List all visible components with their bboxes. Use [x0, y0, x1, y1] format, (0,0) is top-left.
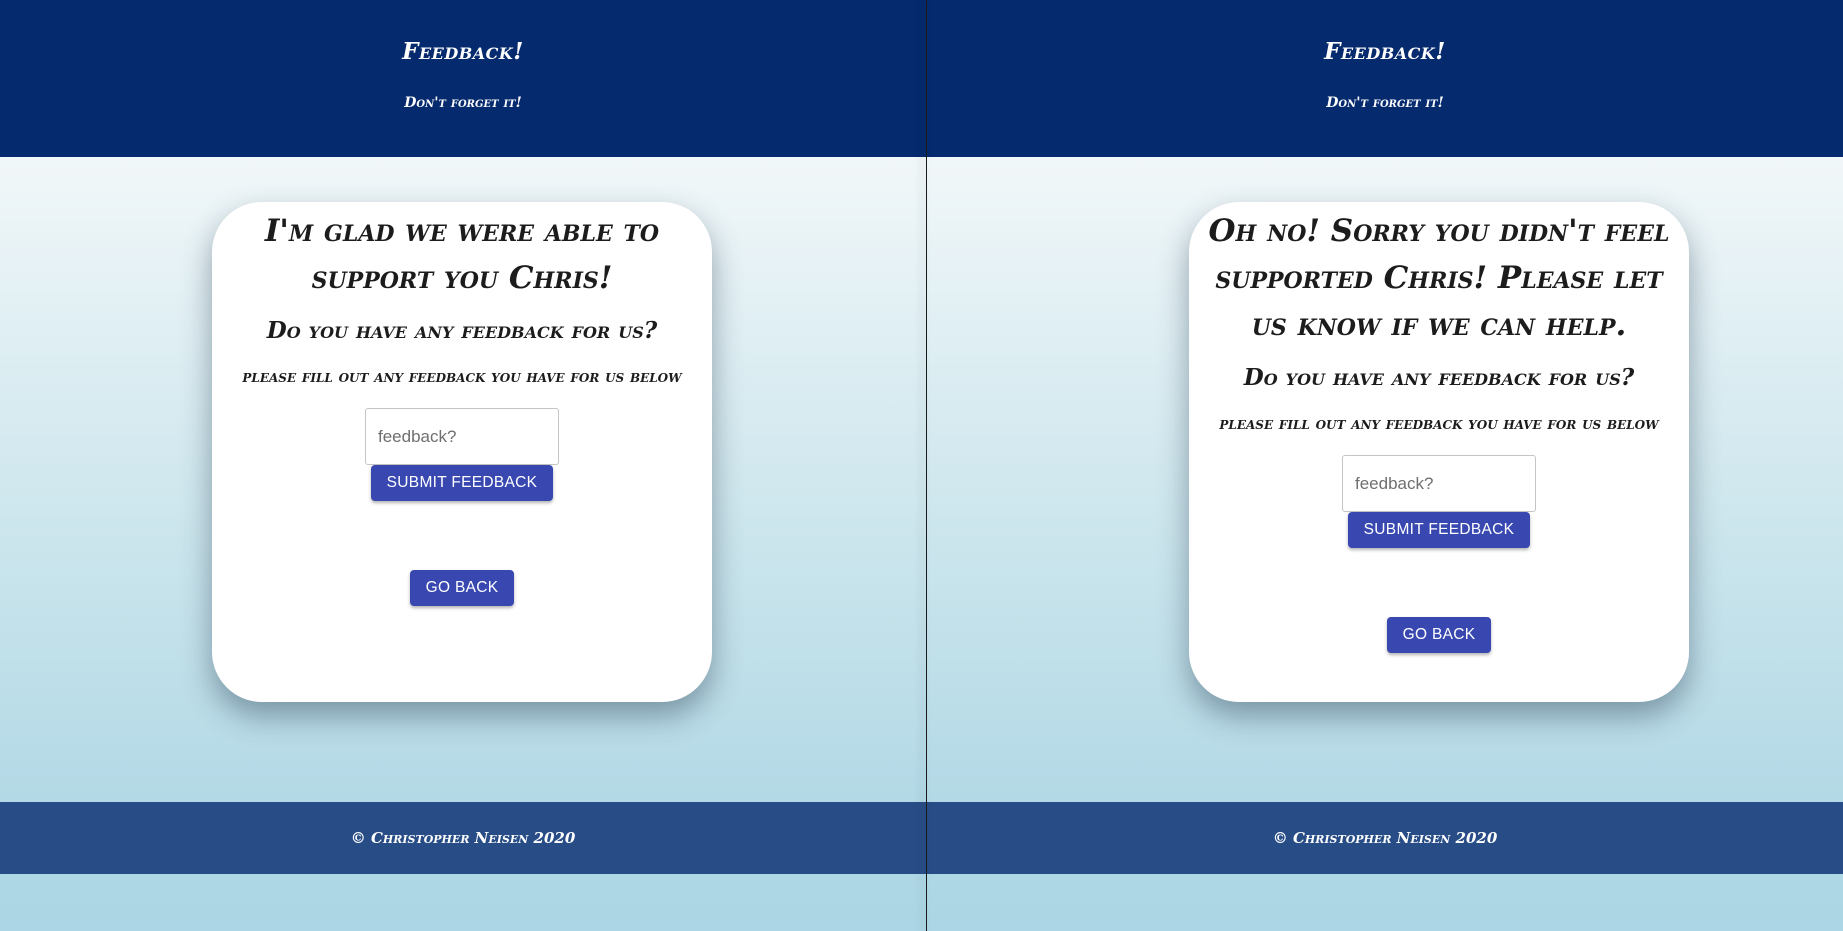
feedback-instructions: please fill out any feedback you have fo… — [242, 367, 682, 386]
feedback-question: Do you have any feedback for us? — [266, 317, 658, 344]
card-heading: Oh no! Sorry you didn't feel supported C… — [1208, 213, 1670, 343]
feedback-card: I'm glad we were able to support you Chr… — [212, 202, 712, 702]
feedback-instructions: please fill out any feedback you have fo… — [1219, 414, 1659, 433]
card-heading: I'm glad we were able to support you Chr… — [264, 213, 660, 296]
site-title: Feedback! — [1324, 38, 1446, 65]
submit-feedback-button[interactable]: Submit Feedback — [1347, 512, 1531, 548]
site-title: Feedback! — [402, 38, 524, 65]
site-subtitle: Don't forget it! — [1326, 95, 1444, 111]
right-screen: Feedback! Don't forget it! Oh no! Sorry … — [927, 0, 1843, 931]
feedback-input[interactable] — [365, 408, 559, 465]
go-back-button[interactable]: Go Back — [409, 570, 515, 606]
go-back-button[interactable]: Go Back — [1386, 617, 1492, 653]
submit-feedback-button[interactable]: Submit Feedback — [370, 465, 554, 501]
site-footer: © Christopher Neisen 2020 — [927, 802, 1843, 874]
copyright-text: © Christopher Neisen 2020 — [1272, 829, 1498, 847]
left-screen: Feedback! Don't forget it! I'm glad we w… — [0, 0, 926, 931]
site-subtitle: Don't forget it! — [404, 95, 522, 111]
feedback-question: Do you have any feedback for us? — [1243, 364, 1635, 391]
feedback-card: Oh no! Sorry you didn't feel supported C… — [1189, 202, 1689, 702]
feedback-input[interactable] — [1342, 455, 1536, 512]
site-header: Feedback! Don't forget it! — [927, 0, 1843, 157]
site-header: Feedback! Don't forget it! — [0, 0, 926, 157]
window-divider — [926, 0, 927, 931]
site-footer: © Christopher Neisen 2020 — [0, 802, 926, 874]
screens-container: Feedback! Don't forget it! I'm glad we w… — [0, 0, 1843, 931]
copyright-text: © Christopher Neisen 2020 — [350, 829, 576, 847]
